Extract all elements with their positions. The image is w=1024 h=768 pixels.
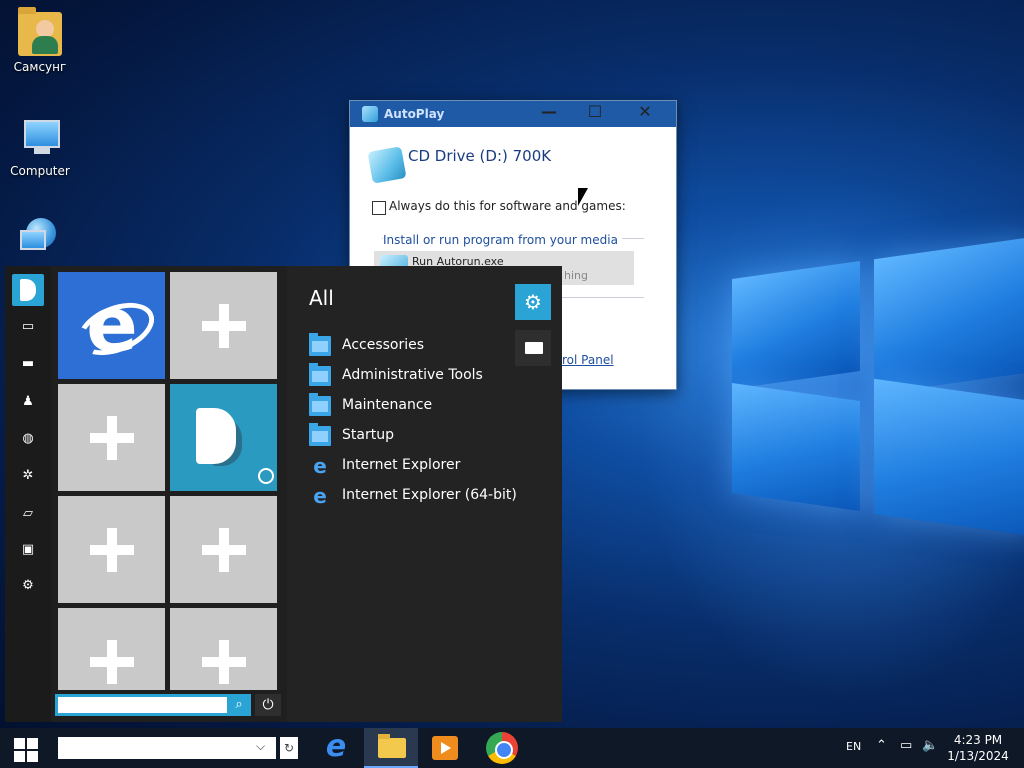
desktop-icon-network[interactable]: [0, 216, 80, 264]
minimize-button[interactable]: —: [526, 101, 572, 125]
user-folder-icon: [18, 7, 62, 56]
chart-icon[interactable]: ▱: [20, 506, 36, 522]
refresh-badge-icon: [258, 468, 274, 484]
programs-panel: All ⚙ Accessories Administrative Tools M…: [287, 266, 562, 722]
media-player-icon: [432, 736, 458, 760]
clock-time: 4:23 PM: [953, 733, 1003, 747]
tile-add[interactable]: [58, 384, 165, 491]
start-search-input[interactable]: [55, 694, 251, 716]
desktop-icon-label: Computer: [10, 164, 70, 178]
taskbar-media-player[interactable]: [418, 728, 472, 768]
clock[interactable]: 4:23 PM 1/13/2024: [940, 732, 1016, 764]
autoplay-title: AutoPlay: [384, 107, 445, 121]
app-logo-icon[interactable]: [12, 274, 44, 306]
folder-icon: [309, 393, 331, 416]
plus-icon: [90, 528, 134, 572]
plus-icon: [202, 640, 246, 684]
taskbar: ⌵ ↻ e EN ⌃ ▭ 🔈 4:23 PM 1/13/2024: [0, 728, 1024, 768]
tile-internet-explorer[interactable]: e: [58, 272, 165, 379]
taskbar-file-explorer[interactable]: [364, 728, 418, 768]
tile-add[interactable]: [58, 496, 165, 603]
tile-add[interactable]: [170, 496, 277, 603]
always-do-checkbox[interactable]: [372, 201, 386, 215]
start-button[interactable]: [0, 728, 54, 768]
globe-icon[interactable]: ◍: [20, 431, 36, 447]
settings-gear-button[interactable]: ⚙: [515, 284, 551, 320]
desktop-icon-label: Самсунг: [13, 60, 67, 74]
tile-add[interactable]: [170, 272, 277, 379]
plus-icon: [202, 304, 246, 348]
desktop-icon-computer[interactable]: Computer: [0, 116, 80, 178]
computer-icon: [18, 116, 62, 160]
all-programs-heading: All: [309, 286, 334, 310]
gear-icon[interactable]: ⚙: [20, 578, 36, 594]
display-icon[interactable]: ▣: [20, 542, 36, 558]
program-label: Accessories: [342, 337, 425, 353]
power-icon[interactable]: ⏻: [255, 694, 281, 716]
clock-date: 1/13/2024: [947, 749, 1009, 763]
run-autorun-subtext: hing: [564, 269, 588, 282]
program-label: Administrative Tools: [342, 367, 483, 383]
settings-icon[interactable]: ✲: [20, 468, 36, 484]
program-label: Internet Explorer (64-bit): [342, 487, 517, 503]
tile-add[interactable]: [58, 608, 165, 690]
chrome-icon: [486, 732, 518, 764]
tile-grid: e: [55, 270, 283, 690]
folder-icon: [309, 423, 331, 446]
network-globe-icon: [18, 216, 62, 260]
app-logo-icon: [196, 408, 236, 464]
program-label: Startup: [342, 427, 394, 443]
open-folder-button[interactable]: [515, 330, 551, 366]
start-rail: ▭ ▬ ♟ ◍ ✲ ▱ ▣ ⚙: [5, 266, 51, 722]
monitor-icon[interactable]: ▭: [20, 319, 36, 335]
network-icon[interactable]: ▭: [900, 738, 912, 753]
wallpaper-pane: [732, 261, 860, 389]
wallpaper-pane: [732, 383, 860, 511]
chevron-up-icon[interactable]: ⌃: [876, 738, 887, 753]
taskbar-chrome[interactable]: [474, 728, 528, 768]
start-menu[interactable]: ▭ ▬ ♟ ◍ ✲ ▱ ▣ ⚙ e ⌕ ⏻ All ⚙ Accessories: [5, 266, 562, 722]
language-indicator[interactable]: EN: [846, 740, 861, 753]
users-icon[interactable]: ♟: [20, 394, 36, 410]
ie-icon: e: [325, 729, 347, 764]
autoplay-titlebar[interactable]: AutoPlay — ☐ ✕: [350, 101, 676, 127]
program-label: Internet Explorer: [342, 457, 461, 473]
folder-icon: [309, 363, 331, 386]
folder-icon[interactable]: ▬: [20, 356, 36, 372]
plus-icon: [90, 640, 134, 684]
plus-icon: [90, 416, 134, 460]
wallpaper-pane: [874, 236, 1024, 395]
wallpaper-pane: [874, 378, 1024, 537]
section-heading: Install or run program from your media: [383, 233, 622, 247]
drive-title: CD Drive (D:) 700K: [408, 147, 552, 165]
desktop-icon-samsung[interactable]: Самсунг: [0, 7, 80, 74]
refresh-icon[interactable]: ↻: [280, 737, 298, 759]
volume-muted-icon[interactable]: 🔈: [922, 738, 938, 753]
search-icon[interactable]: ⌕: [227, 694, 251, 716]
maximize-button[interactable]: ☐: [572, 101, 618, 125]
close-button[interactable]: ✕: [622, 101, 668, 125]
control-panel-link[interactable]: rol Panel: [562, 353, 614, 367]
plus-icon: [202, 528, 246, 572]
ie-icon: e: [313, 454, 327, 478]
ie-icon: e: [313, 484, 327, 508]
taskbar-internet-explorer[interactable]: e: [308, 728, 362, 768]
autoplay-dice-icon: [362, 106, 378, 122]
taskbar-address-input[interactable]: ⌵: [58, 737, 276, 759]
tile-add[interactable]: [170, 608, 277, 690]
cd-drive-icon: [367, 146, 407, 184]
file-explorer-icon: [378, 734, 406, 758]
program-label: Maintenance: [342, 397, 433, 413]
mouse-cursor-icon: [578, 188, 594, 206]
chevron-down-icon[interactable]: ⌵: [256, 739, 265, 754]
folder-icon: [309, 333, 331, 356]
tile-app-logo[interactable]: [170, 384, 277, 491]
